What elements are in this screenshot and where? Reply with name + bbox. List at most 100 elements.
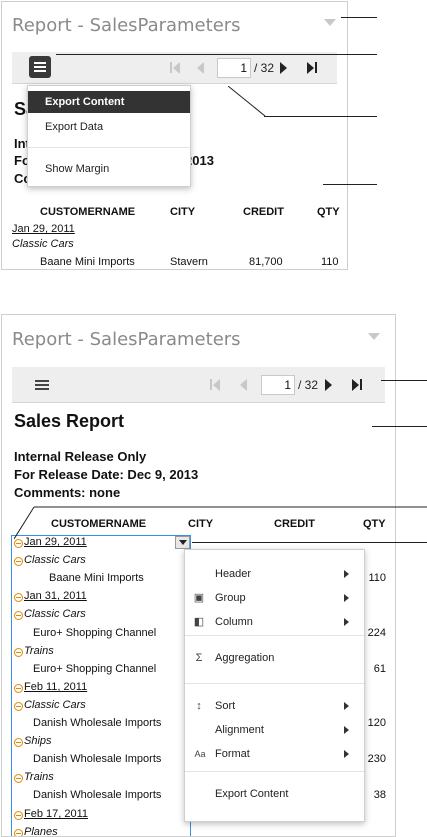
context-item-aggregation[interactable]: Σ Aggregation: [185, 647, 364, 669]
context-item-alignment[interactable]: Alignment: [185, 719, 364, 741]
menu-item-export-content[interactable]: Export Content: [28, 91, 190, 113]
sort-icon: ↕: [196, 700, 202, 712]
collapse-arrow-icon[interactable]: [368, 333, 380, 340]
group-category: Ships: [24, 735, 52, 747]
group-toggle-icon[interactable]: [14, 811, 23, 820]
context-item-label: Export Content: [215, 788, 289, 800]
sigma-icon: Σ: [195, 652, 203, 664]
customer-name: Baane Mini Imports: [49, 572, 144, 584]
group-toggle-icon[interactable]: [14, 611, 23, 620]
column-header-qty[interactable]: QTY: [317, 206, 340, 218]
first-page-icon[interactable]: [170, 52, 182, 84]
callout-diagonal: [14, 506, 427, 540]
group-category: Planes: [24, 826, 58, 837]
context-item-header[interactable]: Header: [185, 563, 364, 585]
context-item-format[interactable]: Aa Format: [185, 743, 364, 765]
menu-item-show-margin[interactable]: Show Margin: [28, 158, 190, 180]
menu-item-export-data[interactable]: Export Data: [28, 116, 190, 138]
callout-line: [264, 116, 377, 117]
top-report-panel: Report - SalesParameters 1 / 32 Sa Int F…: [1, 1, 348, 270]
column-context-menu: Header ▣ Group ◧ Column Σ Aggregation ↕ Sort Alig…: [184, 549, 365, 822]
group-toggle-icon[interactable]: [14, 702, 23, 711]
context-item-label: Group: [215, 592, 246, 604]
page-number-input[interactable]: 1: [217, 58, 251, 78]
callout-line: [341, 17, 377, 18]
context-item-label: Header: [215, 568, 252, 580]
group-category: Classic Cars: [12, 238, 74, 250]
customer-name: Euro+ Shopping Channel: [33, 663, 157, 675]
submenu-arrow-icon: [344, 726, 349, 734]
group-toggle-icon[interactable]: [14, 738, 23, 747]
context-item-sort[interactable]: ↕ Sort: [185, 695, 364, 717]
customer-name: Danish Wholesale Imports: [33, 753, 162, 765]
format-icon: Aa: [194, 749, 206, 759]
group-toggle-icon[interactable]: [14, 774, 23, 783]
context-item-label: Format: [215, 748, 250, 760]
page-number-input[interactable]: 1: [261, 375, 295, 395]
group-category: Classic Cars: [24, 608, 86, 620]
group-toggle-icon[interactable]: [14, 684, 23, 693]
report-toolbar: 1 / 32: [12, 52, 337, 84]
menu-divider: [185, 683, 364, 684]
callout-line: [56, 54, 377, 55]
submenu-arrow-icon: [344, 570, 349, 578]
group-category: Classic Cars: [24, 699, 86, 711]
context-item-export-content[interactable]: Export Content: [185, 783, 364, 805]
context-item-label: Column: [215, 616, 253, 628]
customer-qty: 61: [373, 663, 386, 675]
customer-qty: 38: [373, 789, 386, 801]
column-header-customername[interactable]: CUSTOMERNAME: [40, 206, 135, 218]
group-date[interactable]: Feb 17, 2011: [24, 808, 88, 820]
menu-divider: [185, 771, 364, 772]
customer-credit: 81,700: [249, 256, 283, 268]
group-date[interactable]: Feb 11, 2011: [24, 681, 87, 693]
submenu-arrow-icon: [344, 702, 349, 710]
group-toggle-icon[interactable]: [14, 829, 23, 836]
customer-name: Danish Wholesale Imports: [33, 717, 162, 729]
column-header-credit[interactable]: CREDIT: [243, 206, 284, 218]
submenu-arrow-icon: [344, 618, 349, 626]
customer-qty: 110: [368, 572, 386, 584]
page-total: / 32: [298, 378, 319, 392]
prev-page-icon[interactable]: [197, 52, 207, 84]
next-page-icon[interactable]: [280, 52, 290, 84]
customer-qty: 224: [367, 627, 386, 639]
context-item-column[interactable]: ◧ Column: [185, 611, 364, 633]
group-toggle-icon[interactable]: [14, 557, 23, 566]
page-total: / 32: [254, 61, 275, 75]
callout-diagonal: [228, 86, 266, 117]
submenu-arrow-icon: [344, 750, 349, 758]
group-toggle-icon[interactable]: [14, 648, 23, 657]
context-item-group[interactable]: ▣ Group: [185, 587, 364, 609]
last-page-icon[interactable]: [307, 52, 319, 84]
customer-city: Stavern: [170, 256, 208, 268]
report-line-3: Comments: none: [14, 485, 121, 500]
group-date[interactable]: Jan 29, 2011: [12, 223, 75, 235]
first-page-icon[interactable]: [210, 367, 222, 403]
group-date[interactable]: Jan 31, 2011: [24, 590, 87, 602]
customer-qty: 120: [367, 717, 386, 729]
group-icon: ▣: [193, 592, 205, 604]
menu-divider: [28, 147, 190, 148]
bottom-report-panel: Report - SalesParameters 1 / 32 Sales Re…: [1, 314, 396, 837]
menu-button[interactable]: [31, 374, 53, 396]
group-category: Trains: [24, 645, 54, 657]
group-toggle-icon[interactable]: [14, 593, 23, 602]
menu-button[interactable]: [29, 56, 51, 78]
customer-qty: 110: [321, 256, 339, 268]
customer-name: Euro+ Shopping Channel: [33, 627, 157, 639]
callout-line: [323, 184, 377, 185]
last-page-icon[interactable]: [352, 367, 364, 403]
column-header-city[interactable]: CITY: [170, 206, 195, 218]
callout-line: [372, 426, 427, 427]
group-category: Classic Cars: [24, 554, 86, 566]
customer-qty: 230: [367, 753, 386, 765]
panel-title: Report - SalesParameters: [12, 15, 241, 36]
panel-title: Report - SalesParameters: [12, 329, 241, 350]
collapse-arrow-icon[interactable]: [324, 19, 336, 26]
group-category: Trains: [24, 771, 54, 783]
menu-divider: [185, 635, 364, 636]
prev-page-icon[interactable]: [240, 367, 250, 403]
next-page-icon[interactable]: [325, 367, 335, 403]
context-item-label: Aggregation: [215, 652, 275, 664]
